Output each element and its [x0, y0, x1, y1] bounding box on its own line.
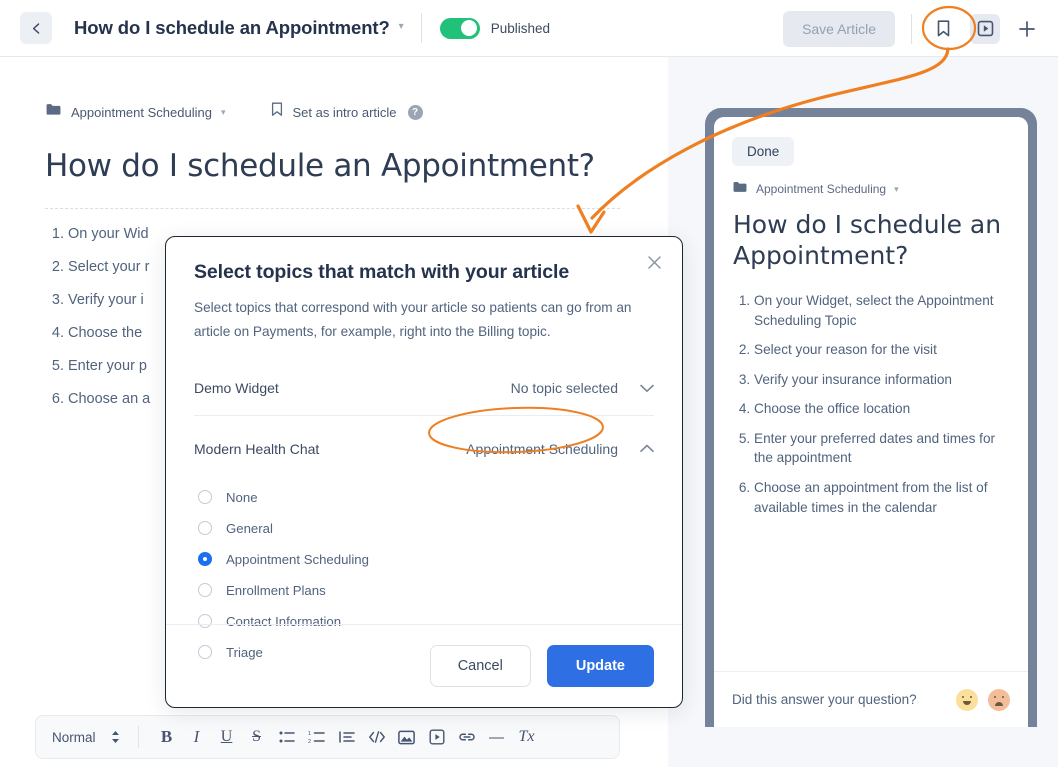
- device-frame: Done Appointment Scheduling ▾ How do I s…: [705, 108, 1037, 727]
- editor-meta-row: Appointment Scheduling ▾ Set as intro ar…: [46, 102, 668, 122]
- feedback-buttons: [956, 688, 1010, 711]
- bookmark-button[interactable]: [928, 14, 958, 44]
- list-item: Choose the office location: [754, 399, 1006, 419]
- header-divider-2: [911, 13, 912, 44]
- chevron-up-icon[interactable]: [640, 444, 654, 453]
- list-item: Select your reason for the visit: [754, 340, 1006, 360]
- folder-icon: [733, 180, 747, 198]
- toolbar-divider: [137, 726, 139, 748]
- bookmark-outline-icon: [271, 102, 283, 122]
- preview-meta-row: Appointment Scheduling ▾: [733, 180, 1028, 198]
- save-article-button[interactable]: Save Article: [783, 10, 895, 47]
- modal-title: Select topics that match with your artic…: [194, 261, 570, 283]
- list-item: Choose an appointment from the list of a…: [754, 478, 1006, 517]
- list-item: On your Widget, select the Appointment S…: [754, 291, 1006, 330]
- radio-indicator: [198, 490, 212, 505]
- preview-category-label[interactable]: Appointment Scheduling: [756, 182, 886, 196]
- svg-text:2: 2: [308, 739, 311, 744]
- add-button[interactable]: [1010, 12, 1044, 46]
- strikethrough-button[interactable]: S: [242, 722, 272, 752]
- widget-topic-value: No topic selected: [510, 380, 618, 397]
- publish-toggle[interactable]: [439, 17, 480, 39]
- video-play-icon: [977, 20, 993, 37]
- radio-indicator: [198, 521, 212, 536]
- preview-article-title: How do I schedule an Appointment?: [733, 210, 1002, 270]
- select-topics-modal: Select topics that match with your artic…: [165, 236, 683, 708]
- underline-button[interactable]: U: [212, 722, 242, 752]
- preview-category-caret[interactable]: ▾: [894, 184, 899, 195]
- title-dropdown-caret[interactable]: ▾: [399, 21, 404, 32]
- publish-status-label: Published: [490, 20, 550, 36]
- italic-button[interactable]: I: [182, 722, 212, 752]
- text-style-value: Normal: [52, 729, 96, 745]
- radio-label: General: [226, 520, 273, 536]
- preview-panel: Done Appointment Scheduling ▾ How do I s…: [668, 57, 1058, 767]
- editor-category-caret[interactable]: ▾: [221, 107, 226, 118]
- title-divider: [45, 208, 620, 209]
- topic-row-modern-health-chat[interactable]: Modern Health Chat Appointment Schedulin…: [194, 422, 654, 476]
- header-divider: [420, 13, 422, 43]
- align-list-button[interactable]: [332, 722, 362, 752]
- horizontal-rule-button[interactable]: —: [482, 722, 512, 752]
- radio-indicator: [198, 583, 212, 598]
- insert-video-button[interactable]: [422, 722, 452, 752]
- happy-face-icon[interactable]: [956, 688, 978, 711]
- preview-video-button[interactable]: [970, 13, 1000, 44]
- radio-option-general[interactable]: General: [198, 517, 682, 540]
- appointment-scheduling-value: Appointment Scheduling: [466, 440, 618, 457]
- radio-label: Enrollment Plans: [226, 582, 326, 598]
- radio-option-none[interactable]: None: [198, 486, 682, 509]
- radio-indicator-selected: [198, 552, 212, 567]
- folder-icon: [46, 103, 61, 121]
- list-item: Enter your preferred dates and times for…: [754, 429, 1006, 468]
- set-intro-article-group: Set as intro article ?: [271, 102, 423, 122]
- preview-step-list: On your Widget, select the Appointment S…: [754, 291, 1006, 517]
- publish-toggle-group: Published: [439, 17, 550, 39]
- insert-link-button[interactable]: [452, 722, 482, 752]
- insert-image-button[interactable]: [392, 722, 422, 752]
- list-item: Verify your insurance information: [754, 370, 1006, 390]
- text-style-select[interactable]: Normal: [48, 729, 125, 745]
- svg-text:1: 1: [308, 731, 311, 737]
- set-intro-article-label[interactable]: Set as intro article: [292, 105, 396, 120]
- widget-name-label: Modern Health Chat: [194, 440, 320, 457]
- plus-icon: [1019, 20, 1035, 37]
- chevron-left-icon: [32, 22, 39, 34]
- sad-face-icon[interactable]: [988, 688, 1010, 711]
- topic-row-demo-widget[interactable]: Demo Widget No topic selected: [194, 362, 654, 416]
- radio-label: Appointment Scheduling: [226, 551, 369, 567]
- modal-subtitle: Select topics that correspond with your …: [194, 300, 632, 339]
- feedback-question: Did this answer your question?: [732, 692, 917, 707]
- article-heading: How do I schedule an Appointment?: [45, 148, 595, 184]
- radio-option-enrollment-plans[interactable]: Enrollment Plans: [198, 579, 682, 602]
- cancel-button[interactable]: Cancel: [429, 645, 531, 687]
- widget-name-label: Demo Widget: [194, 380, 279, 397]
- header-actions: Save Article: [783, 0, 1044, 57]
- bold-button[interactable]: B: [152, 722, 182, 752]
- modal-footer: Cancel Update: [166, 625, 654, 707]
- device-screen: Done Appointment Scheduling ▾ How do I s…: [714, 117, 1028, 727]
- top-header-bar: How do I schedule an Appointment? ▾ Publ…: [0, 0, 1058, 57]
- editor-format-toolbar: Normal B I U S 1 2 — Tx: [35, 715, 620, 759]
- bullet-list-button[interactable]: [272, 722, 302, 752]
- radio-label: None: [226, 489, 258, 505]
- toggle-knob: [461, 20, 478, 36]
- update-button[interactable]: Update: [546, 645, 654, 687]
- updown-stepper-icon: [111, 731, 119, 743]
- editor-category-label[interactable]: Appointment Scheduling: [71, 105, 212, 120]
- close-icon[interactable]: [643, 251, 665, 273]
- code-block-button[interactable]: [362, 722, 392, 752]
- preview-done-button[interactable]: Done: [732, 137, 795, 166]
- numbered-list-button[interactable]: 1 2: [302, 722, 332, 752]
- app-root: How do I schedule an Appointment? ▾ Publ…: [0, 0, 1058, 767]
- radio-option-appointment-scheduling[interactable]: Appointment Scheduling: [198, 548, 682, 571]
- back-button[interactable]: [20, 12, 52, 44]
- question-mark-icon[interactable]: ?: [407, 104, 423, 120]
- chevron-down-icon[interactable]: [640, 384, 654, 393]
- bookmark-icon: [937, 20, 949, 37]
- page-title: How do I schedule an Appointment?: [74, 17, 390, 38]
- clear-format-button[interactable]: Tx: [512, 722, 542, 752]
- preview-feedback-bar: Did this answer your question?: [714, 671, 1028, 727]
